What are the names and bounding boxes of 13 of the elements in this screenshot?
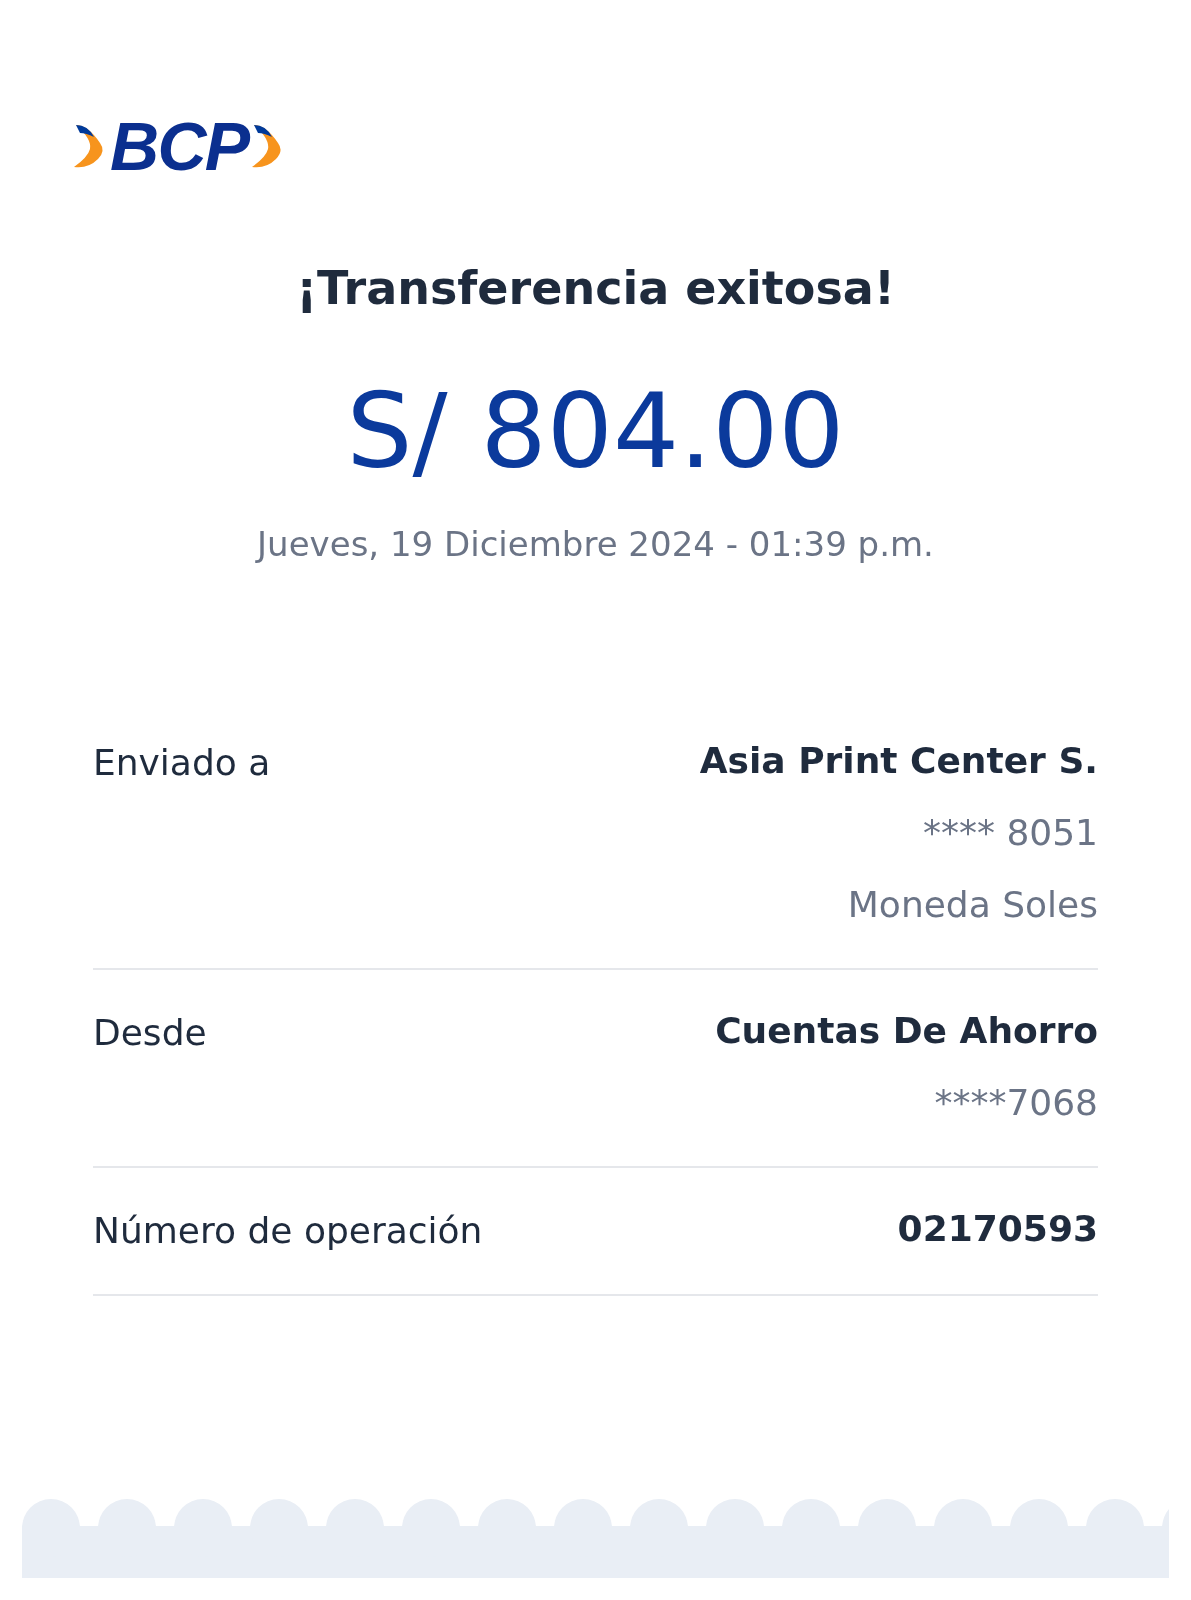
success-title: ¡Transferencia exitosa! <box>296 260 895 317</box>
detail-value: **** 8051 <box>922 811 1098 855</box>
detail-label: Desde <box>93 1011 207 1055</box>
detail-value: 02170593 <box>897 1207 1098 1251</box>
amount: S/ 804.00 <box>346 379 845 483</box>
detail-value: Moneda Soles <box>847 883 1098 927</box>
date-time: Jueves, 19 Diciembre 2024 - 01:39 p.m. <box>257 523 934 566</box>
detail-value: ****7068 <box>934 1081 1098 1125</box>
detail-value: Cuentas De Ahorro <box>715 1009 1098 1053</box>
detail-value: Asia Print Center S. <box>699 739 1098 783</box>
detail-label: Enviado a <box>93 741 271 785</box>
logo-text: BCP <box>110 112 249 180</box>
detail-label: Número de operación <box>93 1209 483 1253</box>
